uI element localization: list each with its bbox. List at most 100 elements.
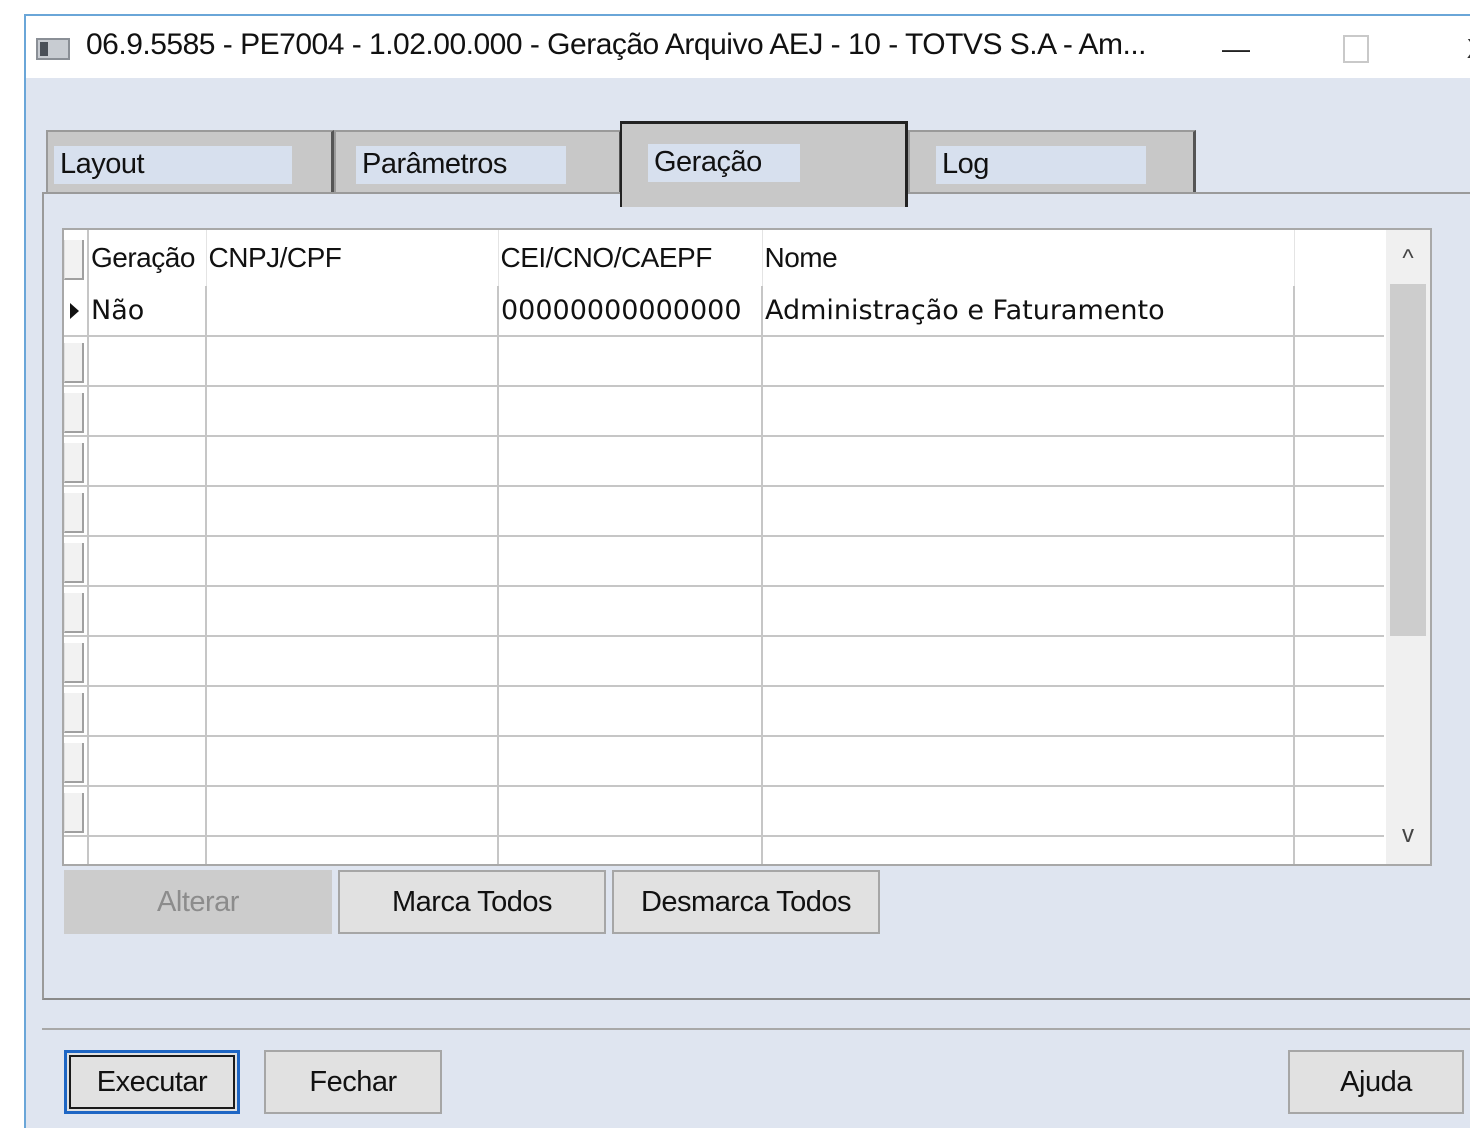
grid-cell[interactable] <box>762 536 1295 587</box>
row-indicator[interactable] <box>64 636 89 687</box>
grid-cell[interactable] <box>762 386 1295 437</box>
title-bar[interactable]: 06.9.5585 - PE7004 - 1.02.00.000 - Geraç… <box>26 16 1470 78</box>
grid-cell[interactable] <box>88 336 207 387</box>
fechar-button[interactable]: Fechar <box>264 1050 442 1114</box>
grid-cell[interactable] <box>206 736 499 787</box>
tab-geracao[interactable]: Geração <box>620 121 908 207</box>
grid-cell[interactable] <box>762 586 1295 637</box>
alterar-button[interactable]: Alterar <box>64 870 332 934</box>
table-row[interactable] <box>64 636 1384 687</box>
grid-cell[interactable] <box>498 386 763 437</box>
grid-cell[interactable] <box>88 686 207 737</box>
grid-cell[interactable] <box>88 636 207 687</box>
grid-cell[interactable] <box>206 536 499 587</box>
row-indicator[interactable] <box>64 286 89 337</box>
table-row[interactable] <box>64 836 1384 864</box>
grid-cell[interactable] <box>206 336 499 387</box>
table-row[interactable] <box>64 686 1384 737</box>
table-row[interactable] <box>64 336 1384 387</box>
grid-cell[interactable] <box>762 836 1295 864</box>
cell-filler <box>1294 286 1384 337</box>
table-row[interactable] <box>64 586 1384 637</box>
table-row[interactable] <box>64 486 1384 537</box>
grid-cell[interactable] <box>498 836 763 864</box>
executar-button[interactable]: Executar <box>64 1050 240 1114</box>
column-header-cei-cno-caepf[interactable]: CEI/CNO/CAEPF <box>498 230 763 286</box>
grid-cell[interactable] <box>498 736 763 787</box>
table-row[interactable] <box>64 736 1384 787</box>
vertical-scrollbar[interactable]: ^ v <box>1386 230 1430 864</box>
table-row[interactable] <box>64 386 1384 437</box>
table-row[interactable]: Não 00000000000000 Administração e Fatur… <box>64 286 1384 337</box>
grid-cell[interactable] <box>762 636 1295 687</box>
table-row[interactable] <box>64 536 1384 587</box>
grid-cell[interactable] <box>206 436 499 487</box>
ajuda-button[interactable]: Ajuda <box>1288 1050 1464 1114</box>
row-indicator[interactable] <box>64 436 89 487</box>
grid-cell[interactable] <box>206 636 499 687</box>
cell-cnpj-cpf[interactable] <box>206 286 499 337</box>
grid-cell[interactable] <box>762 686 1295 737</box>
table-row[interactable] <box>64 436 1384 487</box>
column-header-cnpj-cpf[interactable]: CNPJ/CPF <box>206 230 499 286</box>
grid-cell[interactable] <box>206 786 499 837</box>
grid-cell[interactable] <box>498 536 763 587</box>
tab-label: Geração <box>648 144 800 182</box>
row-indicator[interactable] <box>64 686 89 737</box>
scroll-thumb[interactable] <box>1390 284 1426 636</box>
row-indicator[interactable] <box>64 486 89 537</box>
scroll-up-icon[interactable]: ^ <box>1386 234 1430 284</box>
grid-cell[interactable] <box>498 686 763 737</box>
cell-filler <box>1294 386 1384 437</box>
grid-cell[interactable] <box>88 486 207 537</box>
close-icon[interactable]: X <box>1446 24 1470 74</box>
minimize-icon[interactable]: — <box>1206 24 1266 74</box>
grid-cell[interactable] <box>88 586 207 637</box>
desmarca-todos-button[interactable]: Desmarca Todos <box>612 870 880 934</box>
grid-cell[interactable] <box>88 436 207 487</box>
grid-cell[interactable] <box>498 486 763 537</box>
grid-cell[interactable] <box>88 836 207 864</box>
grid-cell[interactable] <box>88 386 207 437</box>
grid-cell[interactable] <box>498 336 763 387</box>
data-grid[interactable]: Geração CNPJ/CPF CEI/CNO/CAEPF Nome Não … <box>62 228 1432 866</box>
grid-cell[interactable] <box>88 786 207 837</box>
grid-cell[interactable] <box>206 686 499 737</box>
column-header-nome[interactable]: Nome <box>762 230 1295 286</box>
app-icon[interactable] <box>36 38 70 60</box>
scroll-down-icon[interactable]: v <box>1386 810 1430 860</box>
grid-cell[interactable] <box>762 436 1295 487</box>
grid-cell[interactable] <box>206 836 499 864</box>
row-indicator[interactable] <box>64 536 89 587</box>
column-header-geracao[interactable]: Geração <box>88 230 207 286</box>
maximize-icon[interactable] <box>1326 24 1386 74</box>
table-row[interactable] <box>64 786 1384 837</box>
tab-parametros[interactable]: Parâmetros <box>334 130 622 198</box>
row-indicator[interactable] <box>64 586 89 637</box>
grid-cell[interactable] <box>498 586 763 637</box>
cell-geracao[interactable]: Não <box>88 286 207 337</box>
row-indicator[interactable] <box>64 786 89 837</box>
cell-nome[interactable]: Administração e Faturamento <box>762 286 1295 337</box>
tab-layout[interactable]: Layout <box>46 130 334 198</box>
grid-cell[interactable] <box>762 486 1295 537</box>
cell-cei-cno-caepf[interactable]: 00000000000000 <box>498 286 763 337</box>
grid-cell[interactable] <box>498 436 763 487</box>
grid-cell[interactable] <box>498 786 763 837</box>
marca-todos-button[interactable]: Marca Todos <box>338 870 606 934</box>
row-indicator[interactable] <box>64 336 89 387</box>
grid-cell[interactable] <box>762 786 1295 837</box>
tab-log[interactable]: Log <box>908 130 1196 198</box>
grid-cell[interactable] <box>206 586 499 637</box>
grid-cell[interactable] <box>206 386 499 437</box>
row-indicator[interactable] <box>64 386 89 437</box>
row-indicator[interactable] <box>64 736 89 787</box>
grid-cell[interactable] <box>88 536 207 587</box>
grid-cell[interactable] <box>88 736 207 787</box>
grid-cell[interactable] <box>206 486 499 537</box>
cell-filler <box>1294 836 1384 864</box>
row-indicator[interactable] <box>64 836 89 864</box>
grid-cell[interactable] <box>762 736 1295 787</box>
grid-cell[interactable] <box>762 336 1295 387</box>
grid-cell[interactable] <box>498 636 763 687</box>
